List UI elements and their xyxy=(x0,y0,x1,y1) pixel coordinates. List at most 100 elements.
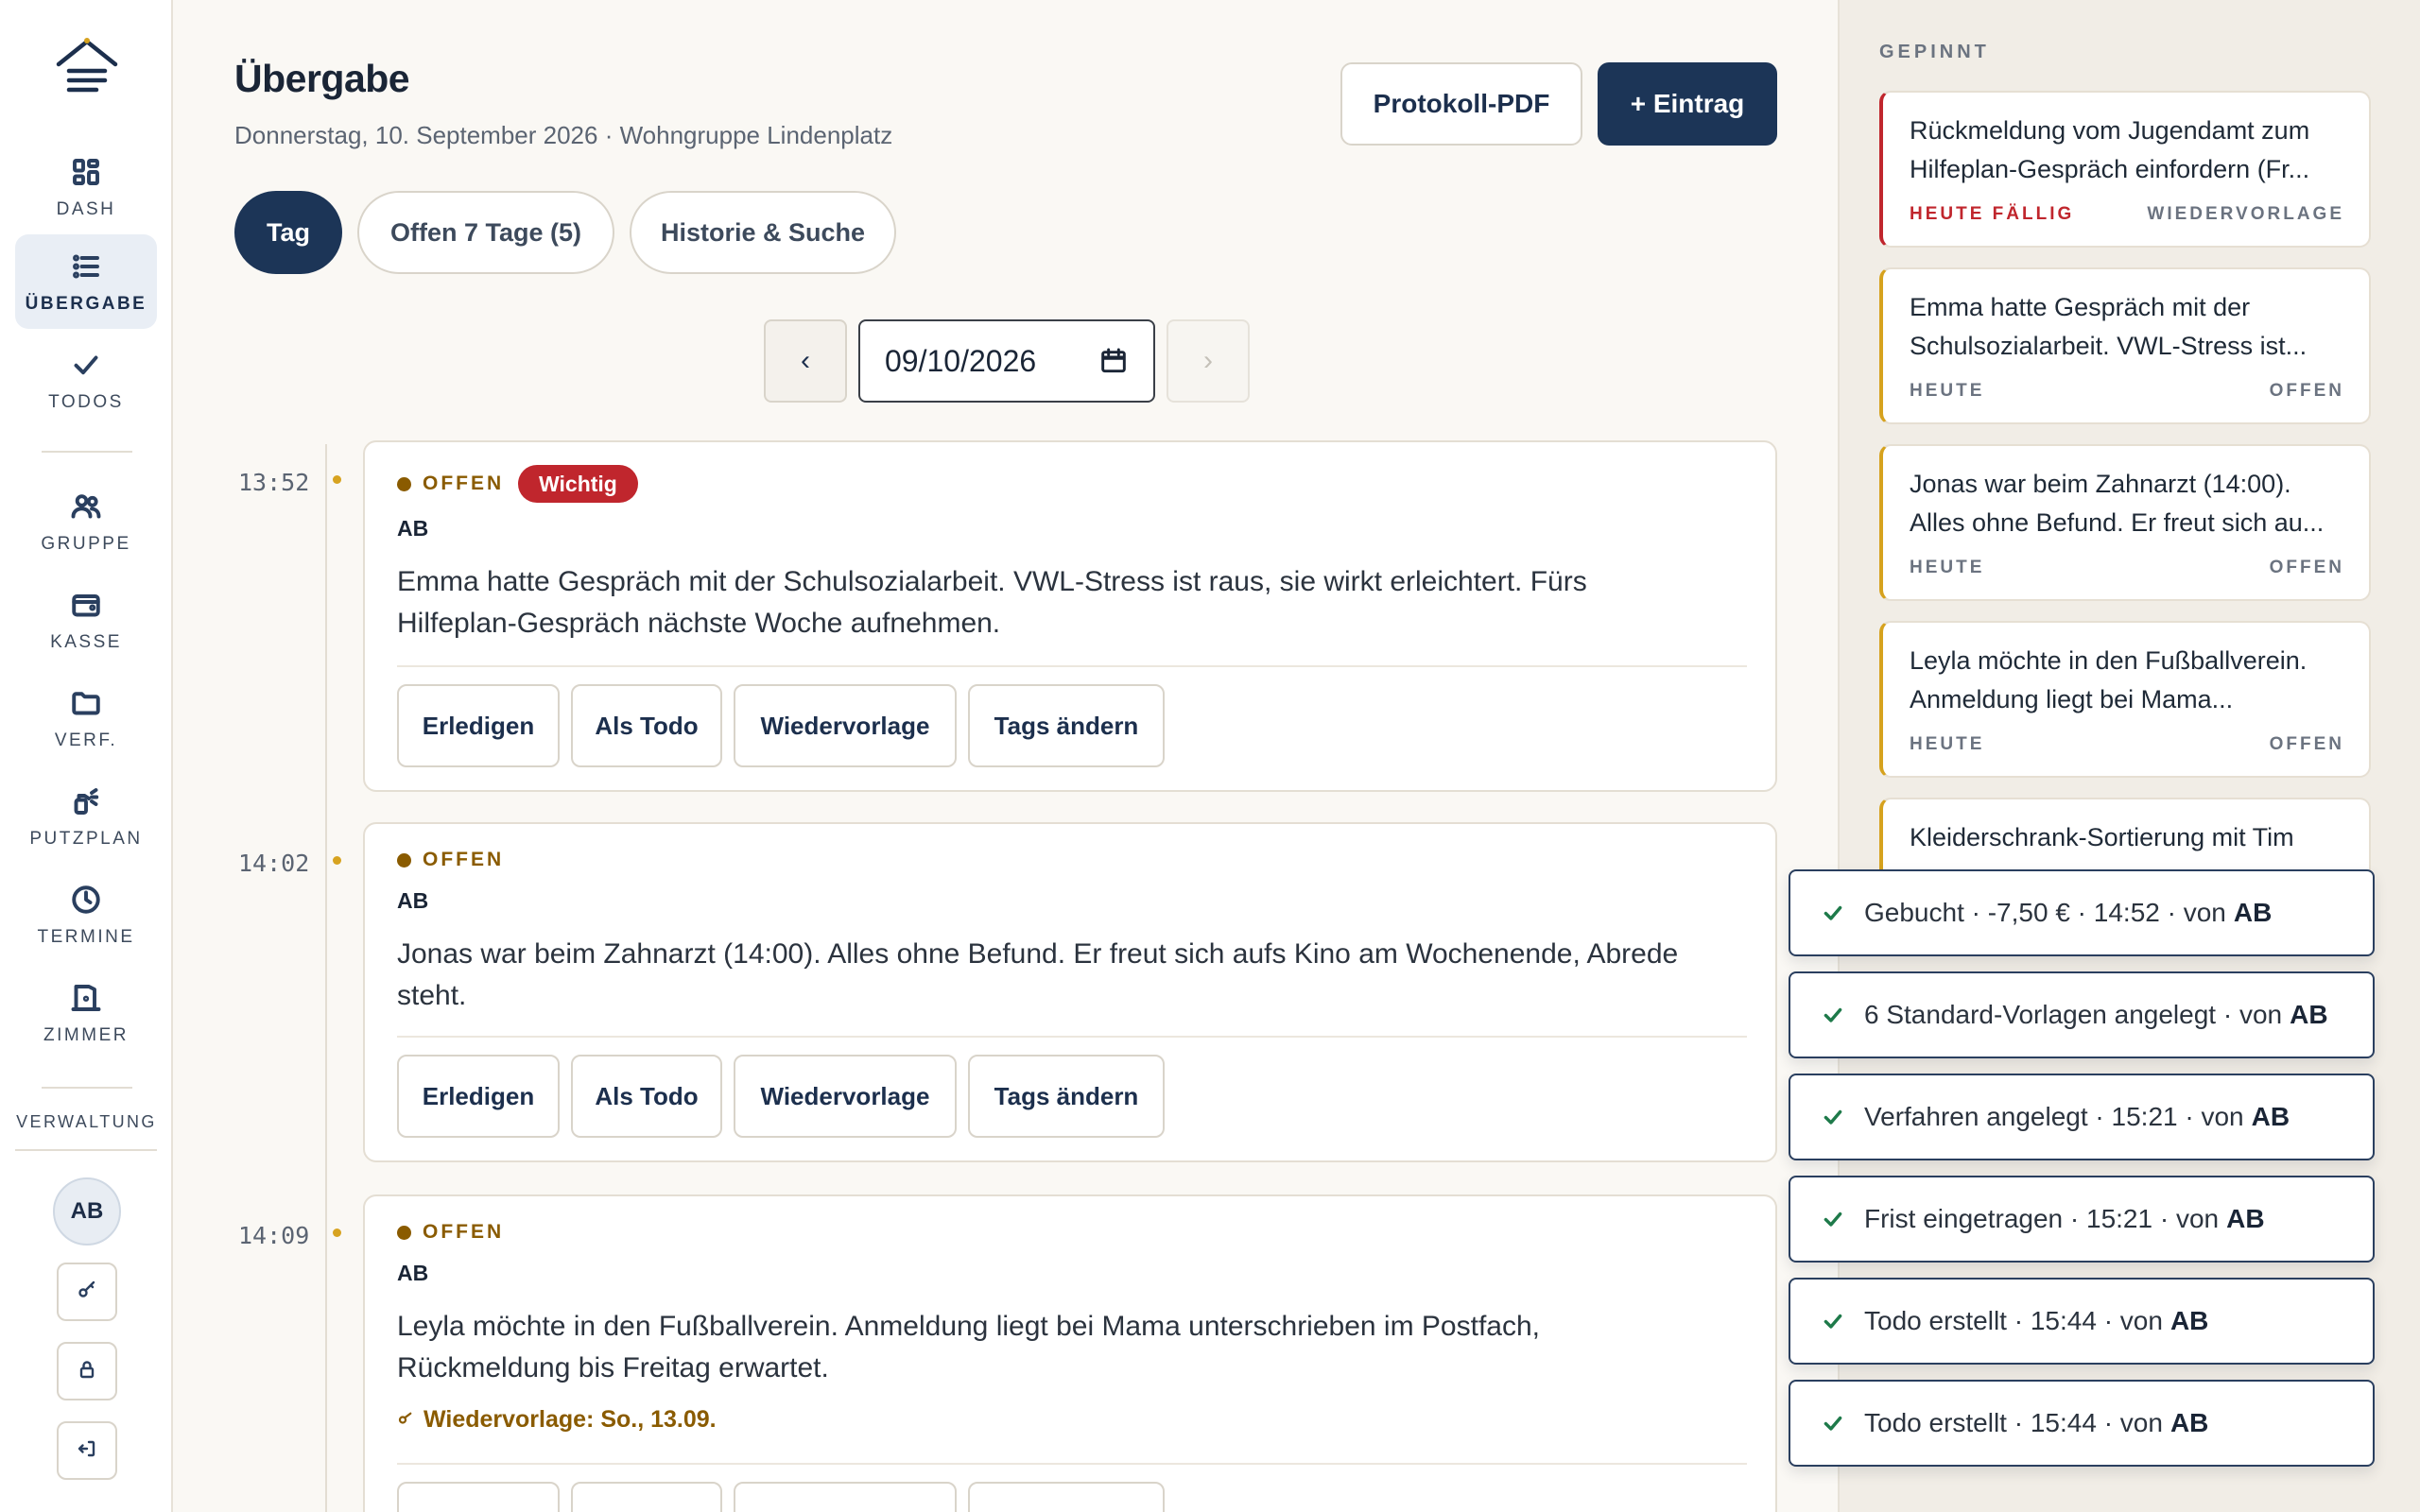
tags-aendern-button[interactable]: Tags ändern xyxy=(968,1055,1165,1138)
pinned-card[interactable]: Jonas war beim Zahnarzt (14:00). Alles o… xyxy=(1879,444,2371,601)
toast-notification[interactable]: Todo erstellt · 15:44 · von AB xyxy=(1789,1278,2375,1365)
entry-author: AB xyxy=(397,516,429,541)
entry-text: Jonas war beim Zahnarzt (14:00). Alles o… xyxy=(397,934,1739,1017)
pinned-card-text: Leyla möchte in den Fußballverein. Anmel… xyxy=(1910,642,2350,719)
avatar[interactable]: AB xyxy=(53,1177,121,1246)
nav-uebergabe[interactable]: ÜBERGABE xyxy=(15,234,157,329)
pinned-card-line: Kleiderschrank-Sortierung mit Tim xyxy=(1910,823,2294,851)
toast-notification[interactable]: Todo erstellt · 15:44 · von AB xyxy=(1789,1380,2375,1467)
nav-putzplan[interactable]: PUTZPLAN xyxy=(15,769,157,864)
entry-text-line: Hilfeplan-Gespräch nächste Woche aufnehm… xyxy=(397,608,1001,639)
pinned-card-type: OFFEN xyxy=(2269,734,2344,754)
erledigen-button[interactable] xyxy=(397,1482,560,1512)
checkmark-icon xyxy=(1821,1411,1845,1435)
lock-button[interactable] xyxy=(57,1342,117,1400)
nav-termine[interactable]: TERMINE xyxy=(15,868,157,962)
nav-dash[interactable]: DASH xyxy=(15,140,157,234)
status-dot-icon xyxy=(397,852,411,868)
toast-user: AB xyxy=(2290,1000,2328,1029)
add-entry-button[interactable]: + Eintrag xyxy=(1598,62,1777,146)
toast-notification[interactable]: Gebucht · -7,50 € · 14:52 · von AB xyxy=(1789,869,2375,956)
tags-aendern-button[interactable] xyxy=(968,1482,1165,1512)
entry-text-line: steht. xyxy=(397,980,467,1011)
pinned-card[interactable]: Leyla möchte in den Fußballverein. Anmel… xyxy=(1879,621,2371,778)
pinned-card-line: Rückmeldung vom Jugendamt zum xyxy=(1910,116,2310,145)
nav-gruppe[interactable]: GRUPPE xyxy=(15,474,157,569)
handover-entry: OFFEN Wichtig AB Emma hatte Gespräch mit… xyxy=(363,440,1777,792)
pinned-card-text: Jonas war beim Zahnarzt (14:00). Alles o… xyxy=(1910,465,2350,542)
list-icon xyxy=(68,249,104,284)
pinned-card[interactable]: Emma hatte Gespräch mit der Schulsoziala… xyxy=(1879,267,2371,424)
als-todo-button[interactable]: Als Todo xyxy=(571,1055,722,1138)
check-icon xyxy=(68,347,104,383)
pinned-card[interactable]: Rückmeldung vom Jugendamt zum Hilfeplan-… xyxy=(1879,91,2371,248)
key-icon xyxy=(76,1279,98,1306)
wiedervorlage-button[interactable] xyxy=(734,1482,957,1512)
tab-offen-7-tage[interactable]: Offen 7 Tage (5) xyxy=(357,191,614,274)
toast-text: Frist eingetragen · 15:21 · von xyxy=(1864,1204,2220,1233)
nav-todos[interactable]: TODOS xyxy=(15,333,157,427)
toast-notification[interactable]: Verfahren angelegt · 15:21 · von AB xyxy=(1789,1074,2375,1160)
page-subtitle: Donnerstag, 10. September 2026 · Wohngru… xyxy=(234,121,893,149)
toast-notification[interactable]: 6 Standard-Vorlagen angelegt · von AB xyxy=(1789,971,2375,1058)
nav-zimmer[interactable]: ZIMMER xyxy=(15,966,157,1060)
entry-text: Emma hatte Gespräch mit der Schulsoziala… xyxy=(397,561,1739,644)
als-todo-button[interactable]: Als Todo xyxy=(571,684,722,767)
spray-icon xyxy=(68,783,104,819)
key-button[interactable] xyxy=(57,1263,117,1321)
pinned-card-line: Schulsozialarbeit. VWL-Stress ist... xyxy=(1910,332,2308,360)
nav-verfahren[interactable]: VERF. xyxy=(15,671,157,765)
nav-label: ZIMMER xyxy=(43,1025,129,1045)
tags-aendern-button[interactable]: Tags ändern xyxy=(968,684,1165,767)
protokoll-pdf-button[interactable]: Protokoll-PDF xyxy=(1340,62,1582,146)
date-prev-button[interactable]: ‹ xyxy=(764,319,847,403)
toast-user: AB xyxy=(2169,1306,2209,1335)
sidebar-divider xyxy=(15,1149,157,1151)
nav-label: KASSE xyxy=(50,632,122,652)
toast-notification[interactable]: Frist eingetragen · 15:21 · von AB xyxy=(1789,1176,2375,1263)
date-next-button[interactable]: › xyxy=(1167,319,1250,403)
date-input[interactable]: 09/10/2026 xyxy=(858,319,1155,403)
nav-kasse[interactable]: KASSE xyxy=(15,573,157,667)
house-logo-icon[interactable] xyxy=(55,36,119,100)
nav-label: ÜBERGABE xyxy=(25,294,147,314)
wiedervorlage-button[interactable]: Wiedervorlage xyxy=(734,1055,957,1138)
entry-text-line: Rückmeldung bis Freitag erwartet. xyxy=(397,1352,829,1383)
entry-time: 14:09 xyxy=(238,1222,310,1249)
pinned-card-type: WIEDERVORLAGE xyxy=(2147,204,2344,224)
erledigen-button[interactable]: Erledigen xyxy=(397,1055,560,1138)
users-icon xyxy=(68,489,104,524)
entry-author: AB xyxy=(397,888,429,913)
checkmark-icon xyxy=(1821,901,1845,925)
checkmark-icon xyxy=(1821,1003,1845,1027)
toast-text: Gebucht · -7,50 € · 14:52 · von xyxy=(1864,898,2226,927)
checkmark-icon xyxy=(1821,1105,1845,1129)
status-badge: OFFEN xyxy=(397,1221,504,1244)
tab-tag[interactable]: Tag xyxy=(234,191,342,274)
tab-historie-suche[interactable]: Historie & Suche xyxy=(630,191,896,274)
status-label: OFFEN xyxy=(423,849,505,870)
logout-icon xyxy=(76,1437,98,1465)
als-todo-button[interactable] xyxy=(571,1482,722,1512)
handover-entry: OFFEN AB Leyla möchte in den Fußballvere… xyxy=(363,1194,1777,1512)
pinned-card-text: Kleiderschrank-Sortierung mit Tim xyxy=(1910,818,2350,857)
sidebar-divider xyxy=(42,451,132,453)
entry-text-line: Leyla möchte in den Fußballverein. Anmel… xyxy=(397,1311,1540,1342)
nav-label: TERMINE xyxy=(37,927,135,947)
status-dot-icon xyxy=(397,1225,411,1240)
pinned-card-line: Anmeldung liegt bei Mama... xyxy=(1910,685,2234,713)
toast-user: AB xyxy=(2226,1204,2265,1233)
pinned-card-line: Hilfeplan-Gespräch einfordern (Fr... xyxy=(1910,155,2310,183)
pinned-card-type: OFFEN xyxy=(2269,558,2344,577)
logout-button[interactable] xyxy=(57,1421,117,1480)
pinned-card-line: Leyla möchte in den Fußballverein. xyxy=(1910,646,2308,675)
wiedervorlage-button[interactable]: Wiedervorlage xyxy=(734,684,957,767)
pinned-card-due: HEUTE xyxy=(1910,381,1985,401)
nav-label: VERF. xyxy=(54,730,118,750)
calendar-icon[interactable] xyxy=(1098,346,1129,376)
toast-text: Todo erstellt · 15:44 · von xyxy=(1864,1408,2163,1437)
status-label: OFFEN xyxy=(423,1221,505,1243)
lock-icon xyxy=(76,1358,98,1385)
erledigen-button[interactable]: Erledigen xyxy=(397,684,560,767)
door-icon xyxy=(68,980,104,1016)
